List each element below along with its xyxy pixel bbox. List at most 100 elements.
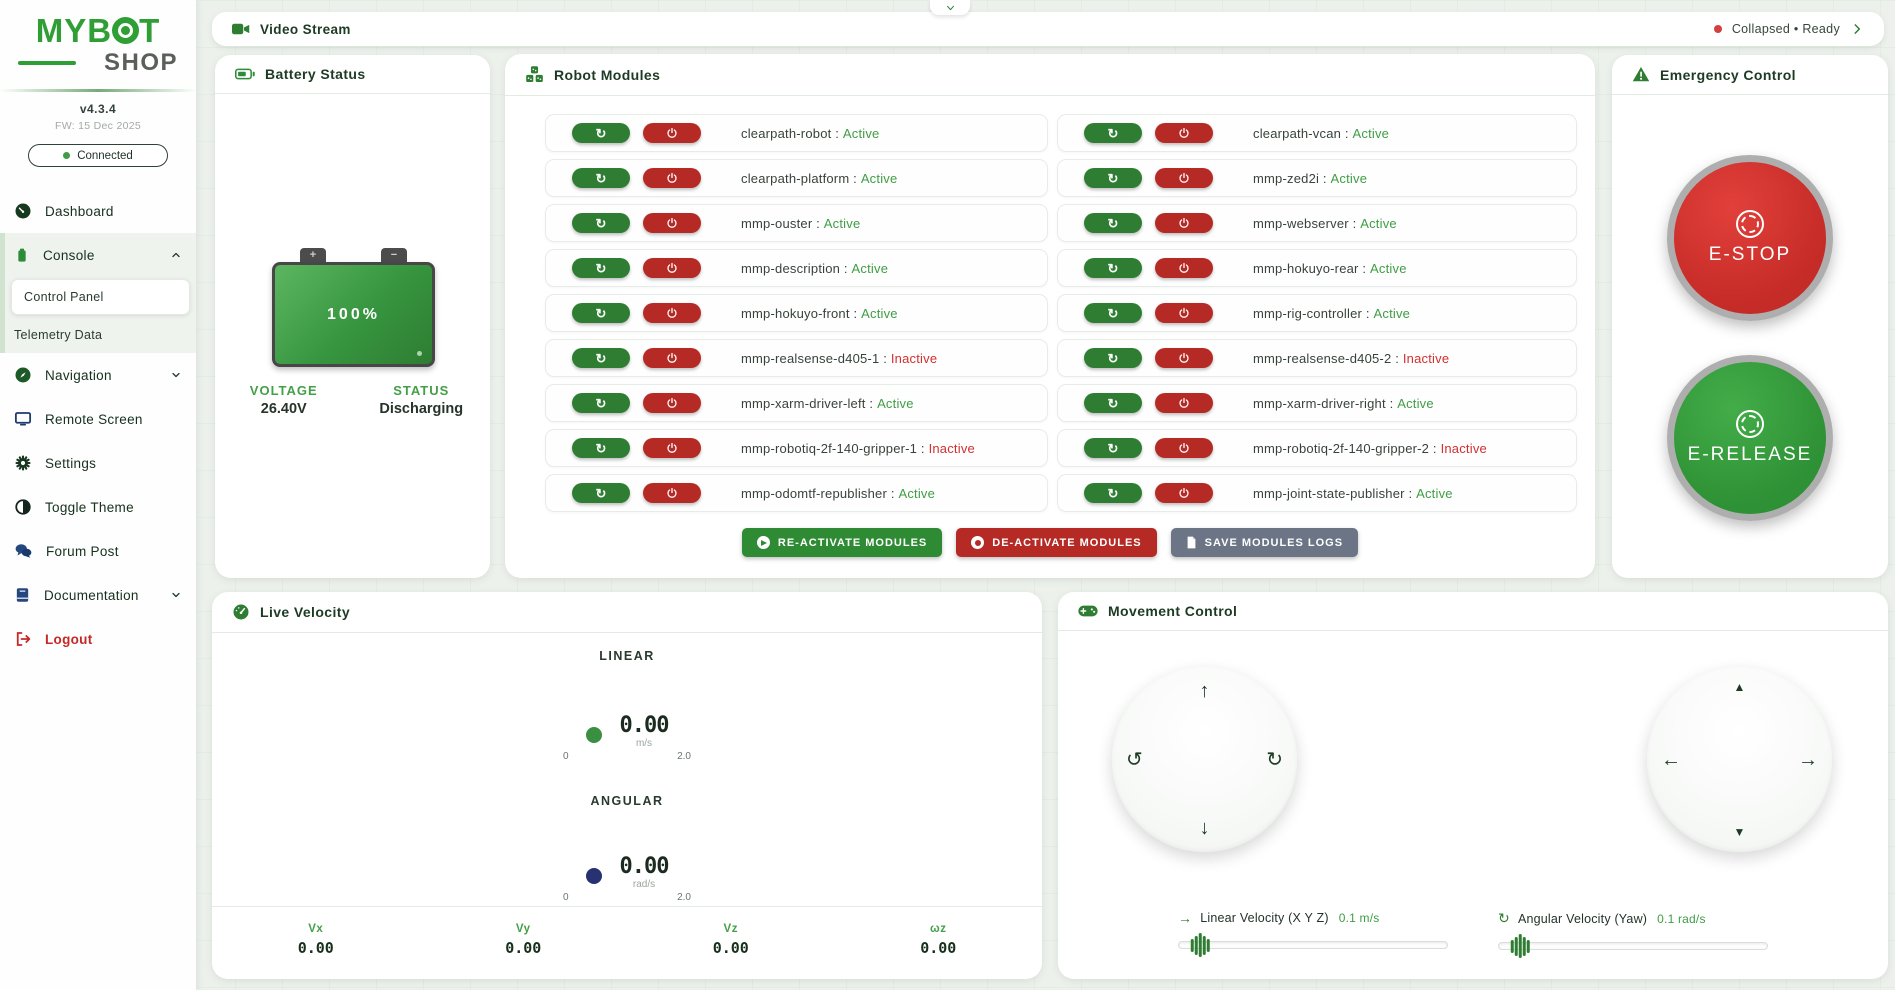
restart-module-button[interactable]: ↻ [572, 258, 630, 278]
power-module-button[interactable] [1155, 168, 1213, 188]
power-icon [666, 487, 678, 499]
power-icon [666, 442, 678, 454]
sidebar-item-label: Dashboard [45, 204, 114, 219]
save-modules-logs-button[interactable]: SAVE MODULES LOGS [1171, 528, 1358, 557]
power-module-button[interactable] [643, 213, 701, 233]
video-stream-title: Video Stream [260, 22, 351, 37]
collapse-stream-button[interactable] [930, 0, 970, 15]
power-module-button[interactable] [643, 438, 701, 458]
move-backward-button[interactable]: ↓ [1200, 818, 1210, 838]
chevron-down-icon [170, 369, 182, 381]
expand-stream-chevron-right-icon[interactable] [1850, 22, 1864, 36]
e-release-button[interactable]: E-RELEASE [1667, 355, 1833, 521]
up-button[interactable]: ▲ [1734, 681, 1746, 693]
angular-velocity-value: 0.00 [620, 854, 669, 879]
linear-gauge-section: LINEAR 0.00 m/s 0 2.0 [212, 649, 1042, 762]
restart-module-button[interactable]: ↻ [1084, 393, 1142, 413]
voltage-value: 26.40V [215, 401, 353, 417]
restart-module-button[interactable]: ↻ [1084, 483, 1142, 503]
deactivate-modules-button[interactable]: DE-ACTIVATE MODULES [956, 528, 1156, 557]
restart-module-button[interactable]: ↻ [572, 123, 630, 143]
angular-gauge-label: ANGULAR [212, 794, 1042, 808]
angular-velocity-slider[interactable] [1498, 942, 1768, 950]
power-module-button[interactable] [1155, 258, 1213, 278]
restart-module-button[interactable]: ↻ [1084, 348, 1142, 368]
sidebar-item-telemetry-data[interactable]: Telemetry Data [5, 317, 196, 353]
power-module-button[interactable] [1155, 393, 1213, 413]
power-module-button[interactable] [643, 123, 701, 143]
sidebar-item-remote-screen[interactable]: Remote Screen [0, 397, 196, 441]
strafe-right-button[interactable]: → [1798, 750, 1818, 770]
power-module-button[interactable] [1155, 213, 1213, 233]
rotate-cw-button[interactable]: ↻ [1266, 750, 1283, 770]
power-icon [666, 172, 678, 184]
chevron-up-icon [170, 249, 182, 261]
sidebar-item-forum-post[interactable]: Forum Post [0, 529, 196, 573]
power-icon [1178, 262, 1190, 274]
sidebar-item-toggle-theme[interactable]: Toggle Theme [0, 485, 196, 529]
restart-module-button[interactable]: ↻ [1084, 123, 1142, 143]
restart-module-button[interactable]: ↻ [572, 303, 630, 323]
module-row: ↻ mmp-hokuyo-front : Active [545, 294, 1048, 332]
movement-card-title: Movement Control [1108, 603, 1237, 619]
restart-module-button[interactable]: ↻ [572, 438, 630, 458]
sidebar-item-navigation[interactable]: Navigation [0, 353, 196, 397]
restart-module-button[interactable]: ↻ [572, 213, 630, 233]
sidebar: MYBT SHOP v4.3.4 FW: 15 Dec 2025 Connect… [0, 0, 197, 990]
dashboard-icon [14, 202, 32, 220]
rotate-ccw-button[interactable]: ↺ [1126, 750, 1143, 770]
power-module-button[interactable] [643, 483, 701, 503]
power-icon [1178, 487, 1190, 499]
battery-icon [235, 67, 255, 81]
restart-module-button[interactable]: ↻ [1084, 168, 1142, 188]
sidebar-item-label: Telemetry Data [14, 328, 102, 342]
theme-half-circle-icon [14, 498, 32, 516]
status-value: Discharging [353, 401, 491, 417]
power-module-button[interactable] [1155, 303, 1213, 323]
restart-module-button[interactable]: ↻ [1084, 213, 1142, 233]
power-module-button[interactable] [643, 393, 701, 413]
chevron-down-icon [170, 589, 182, 601]
restart-module-button[interactable]: ↻ [572, 483, 630, 503]
book-icon [14, 586, 31, 604]
restart-module-button[interactable]: ↻ [572, 168, 630, 188]
strafe-left-button[interactable]: ← [1661, 750, 1681, 770]
power-icon [666, 217, 678, 229]
stream-status-dot-icon [1714, 25, 1722, 33]
sidebar-item-dashboard[interactable]: Dashboard [0, 189, 196, 233]
reactivate-modules-button[interactable]: RE-ACTIVATE MODULES [742, 528, 942, 557]
sidebar-item-settings[interactable]: Settings [0, 441, 196, 485]
power-module-button[interactable] [1155, 438, 1213, 458]
e-stop-button[interactable]: E-STOP [1667, 155, 1833, 321]
restart-module-button[interactable]: ↻ [1084, 438, 1142, 458]
power-module-button[interactable] [643, 258, 701, 278]
power-module-button[interactable] [1155, 348, 1213, 368]
linear-velocity-slider[interactable] [1178, 941, 1448, 949]
down-button[interactable]: ▼ [1734, 826, 1746, 838]
battery-status-card: Battery Status + − 100% VOLTAGE 26.40V S… [215, 55, 490, 578]
power-module-button[interactable] [643, 168, 701, 188]
sidebar-item-logout[interactable]: Logout [0, 617, 196, 661]
angular-slider-handle[interactable] [1511, 934, 1530, 958]
move-forward-button[interactable]: ↑ [1200, 681, 1210, 701]
modules-card-title: Robot Modules [554, 67, 660, 83]
power-module-button[interactable] [643, 348, 701, 368]
restart-module-button[interactable]: ↻ [1084, 303, 1142, 323]
linear-velocity-unit: m/s [620, 738, 669, 749]
power-icon [1178, 307, 1190, 319]
sidebar-item-console[interactable]: Console [5, 233, 196, 277]
restart-module-button[interactable]: ↻ [572, 393, 630, 413]
module-row: ↻ mmp-robotiq-2f-140-gripper-2 : Inactiv… [1057, 429, 1577, 467]
restart-module-button[interactable]: ↻ [1084, 258, 1142, 278]
sidebar-item-control-panel[interactable]: Control Panel [11, 279, 190, 315]
power-module-button[interactable] [1155, 483, 1213, 503]
module-name-status: mmp-webserver : Active [1253, 216, 1397, 231]
linear-slider-handle[interactable] [1191, 933, 1210, 957]
angular-velocity-unit: rad/s [620, 879, 669, 890]
restart-module-button[interactable]: ↻ [572, 348, 630, 368]
power-module-button[interactable] [1155, 123, 1213, 143]
sidebar-item-documentation[interactable]: Documentation [0, 573, 196, 617]
logo-line-2: SHOP [0, 49, 196, 77]
sidebar-item-label: Forum Post [46, 544, 119, 559]
power-module-button[interactable] [643, 303, 701, 323]
